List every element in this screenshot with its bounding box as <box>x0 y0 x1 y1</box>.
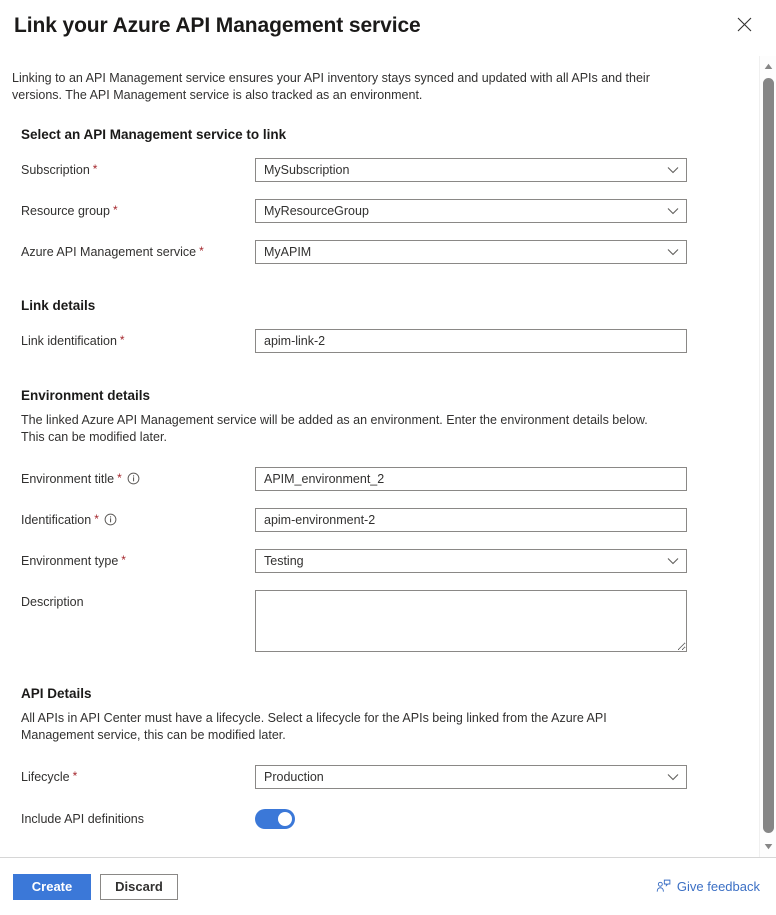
dialog-body: Linking to an API Management service ens… <box>0 56 776 857</box>
caret-up-icon <box>764 63 773 70</box>
give-feedback-label: Give feedback <box>676 879 760 894</box>
section-heading-environment-details: Environment details <box>21 388 151 403</box>
identification-label-text: Identification <box>21 513 92 527</box>
chevron-down-icon <box>667 773 679 781</box>
link-identification-input[interactable] <box>255 329 687 353</box>
environment-type-label: Environment type * <box>21 549 255 569</box>
include-api-definitions-toggle[interactable] <box>255 809 295 829</box>
subscription-label-text: Subscription <box>21 163 90 177</box>
apim-service-label-text: Azure API Management service <box>21 245 197 259</box>
chevron-down-icon <box>667 207 679 215</box>
description-label-text: Description <box>21 595 84 609</box>
environment-type-field: Testing <box>255 549 687 573</box>
api-details-note: All APIs in API Center must have a lifec… <box>21 711 607 742</box>
dialog-header: Link your Azure API Management service <box>0 0 776 56</box>
chevron-down-icon <box>667 166 679 174</box>
required-asterisk: * <box>121 553 126 567</box>
description-label: Description <box>21 590 255 610</box>
form-row-identification: Identification * <box>0 508 738 532</box>
discard-button[interactable]: Discard <box>100 873 178 900</box>
form-row-link-identification: Link identification * <box>0 329 738 353</box>
required-asterisk: * <box>112 203 118 217</box>
subscription-selected-value: MySubscription <box>264 163 350 177</box>
environment-type-label-text: Environment type <box>21 554 119 568</box>
form-row-apim-service: Azure API Management service * MyAPIM <box>0 240 738 264</box>
dialog-footer: Create Discard Give feedback <box>0 857 776 915</box>
environment-title-label-text: Environment title <box>21 472 115 486</box>
include-api-definitions-label-text: Include API definitions <box>21 812 144 826</box>
include-api-definitions-label: Include API definitions <box>21 809 255 827</box>
form-row-description: Description <box>0 590 738 652</box>
environment-title-input[interactable] <box>255 467 687 491</box>
page-title: Link your Azure API Management service <box>14 14 421 37</box>
close-button[interactable] <box>728 8 760 40</box>
section-heading-link-details: Link details <box>21 298 96 313</box>
identification-field <box>255 508 687 532</box>
resource-group-selected-value: MyResourceGroup <box>264 204 369 218</box>
chevron-down-icon <box>667 557 679 565</box>
include-api-definitions-field <box>255 809 295 829</box>
lifecycle-dropdown[interactable]: Production <box>255 765 687 789</box>
form-row-environment-type: Environment type * Testing <box>0 549 738 573</box>
required-asterisk: * <box>119 333 125 347</box>
give-feedback-link[interactable]: Give feedback <box>656 879 760 894</box>
vertical-scrollbar[interactable] <box>759 56 776 857</box>
link-identification-label-text: Link identification <box>21 334 117 348</box>
lifecycle-label: Lifecycle * <box>21 765 255 785</box>
chevron-down-icon <box>667 248 679 256</box>
environment-type-dropdown[interactable]: Testing <box>255 549 687 573</box>
scrollbar-thumb[interactable] <box>763 78 774 833</box>
section-heading-api-details: API Details <box>21 686 92 701</box>
lifecycle-field: Production <box>255 765 687 789</box>
required-asterisk: * <box>199 244 204 258</box>
resource-group-dropdown[interactable]: MyResourceGroup <box>255 199 687 223</box>
apim-service-field: MyAPIM <box>255 240 687 264</box>
toggle-knob <box>278 812 292 826</box>
description-textarea[interactable] <box>255 590 687 652</box>
feedback-person-icon <box>656 879 671 894</box>
resource-group-label-text: Resource group <box>21 204 110 218</box>
subscription-label: Subscription * <box>21 158 255 178</box>
required-asterisk: * <box>72 769 78 783</box>
required-asterisk: * <box>92 162 98 176</box>
caret-down-icon <box>764 843 773 850</box>
resource-group-label: Resource group * <box>21 199 255 219</box>
lifecycle-selected-value: Production <box>264 770 324 784</box>
required-asterisk: * <box>117 471 122 485</box>
scrollbar-down-button[interactable] <box>760 838 776 855</box>
intro-text: Linking to an API Management service ens… <box>12 71 650 102</box>
section-heading-service: Select an API Management service to link <box>21 127 287 142</box>
apim-service-label: Azure API Management service * <box>21 240 255 260</box>
required-asterisk: * <box>94 512 99 526</box>
form-row-environment-title: Environment title * <box>0 467 738 491</box>
identification-input[interactable] <box>255 508 687 532</box>
link-identification-label: Link identification * <box>21 329 255 349</box>
info-icon[interactable] <box>104 513 117 526</box>
create-button[interactable]: Create <box>13 873 91 900</box>
link-apim-service-dialog: Link your Azure API Management service L… <box>0 0 776 915</box>
form-row-subscription: Subscription * MySubscription <box>0 158 738 182</box>
bottom-spacer <box>0 829 738 857</box>
form-row-lifecycle: Lifecycle * Production <box>0 765 738 789</box>
environment-title-label: Environment title * <box>21 467 255 487</box>
resource-group-field: MyResourceGroup <box>255 199 687 223</box>
lifecycle-label-text: Lifecycle <box>21 770 70 784</box>
environment-title-field <box>255 467 687 491</box>
form-row-resource-group: Resource group * MyResourceGroup <box>0 199 738 223</box>
dialog-body-scroll-region[interactable]: Linking to an API Management service ens… <box>0 56 776 857</box>
close-icon <box>737 17 752 32</box>
environment-details-note: The linked Azure API Management service … <box>21 413 648 444</box>
link-identification-field <box>255 329 687 353</box>
info-icon[interactable] <box>127 472 140 485</box>
identification-label: Identification * <box>21 508 255 528</box>
apim-service-dropdown[interactable]: MyAPIM <box>255 240 687 264</box>
apim-service-selected-value: MyAPIM <box>264 245 312 259</box>
description-field <box>255 590 687 652</box>
form-row-include-api-definitions: Include API definitions <box>0 809 738 829</box>
scrollbar-up-button[interactable] <box>760 58 776 75</box>
subscription-dropdown[interactable]: MySubscription <box>255 158 687 182</box>
subscription-field: MySubscription <box>255 158 687 182</box>
environment-type-selected-value: Testing <box>264 554 304 568</box>
